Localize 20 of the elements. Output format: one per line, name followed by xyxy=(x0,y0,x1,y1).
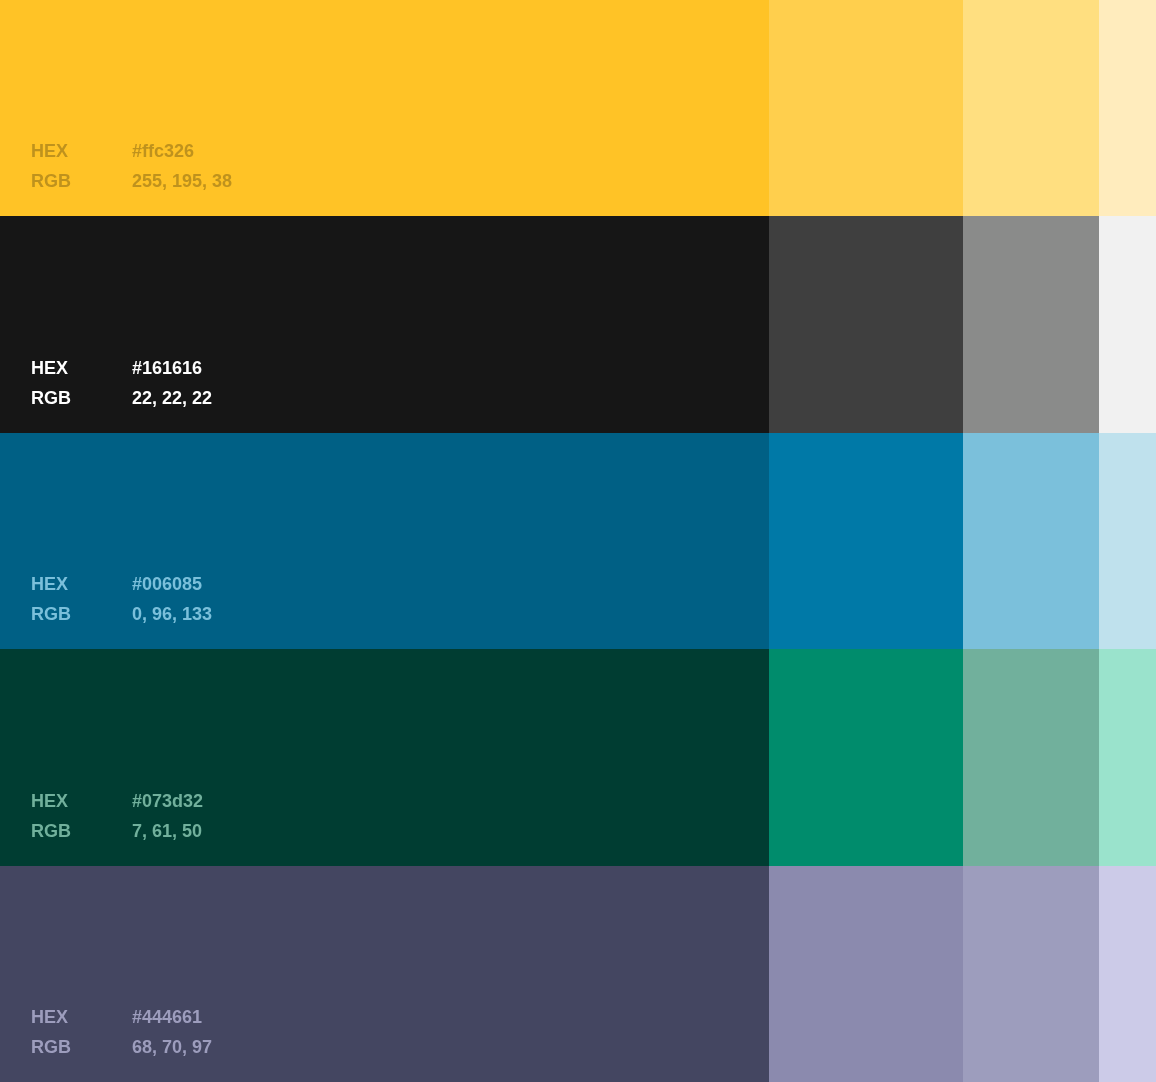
rgb-label: RGB xyxy=(31,1037,72,1058)
rgb-value: 7, 61, 50 xyxy=(132,820,204,842)
hex-label: HEX xyxy=(31,790,69,812)
hex-value: #073d32 xyxy=(132,790,204,812)
rgb-value: 0, 96, 133 xyxy=(132,604,213,626)
hex-value: #ffc326 xyxy=(132,141,196,163)
rgb-value: 255, 195, 38 xyxy=(132,171,233,193)
hex-value: #006085 xyxy=(132,574,204,596)
rgb-value: 68, 70, 97 xyxy=(132,1037,213,1058)
hex-label: HEX xyxy=(31,1007,69,1028)
hex-label: HEX xyxy=(31,574,69,596)
hex-value: #161616 xyxy=(132,357,204,379)
rgb-label: RGB xyxy=(31,604,72,626)
hex-label: HEX xyxy=(31,141,69,163)
rgb-label: RGB xyxy=(31,820,72,842)
hex-value: #444661 xyxy=(132,1007,204,1028)
rgb-label: RGB xyxy=(31,171,72,193)
rgb-value: 22, 22, 22 xyxy=(132,387,213,409)
hex-label: HEX xyxy=(31,357,69,379)
rgb-label: RGB xyxy=(31,387,72,409)
